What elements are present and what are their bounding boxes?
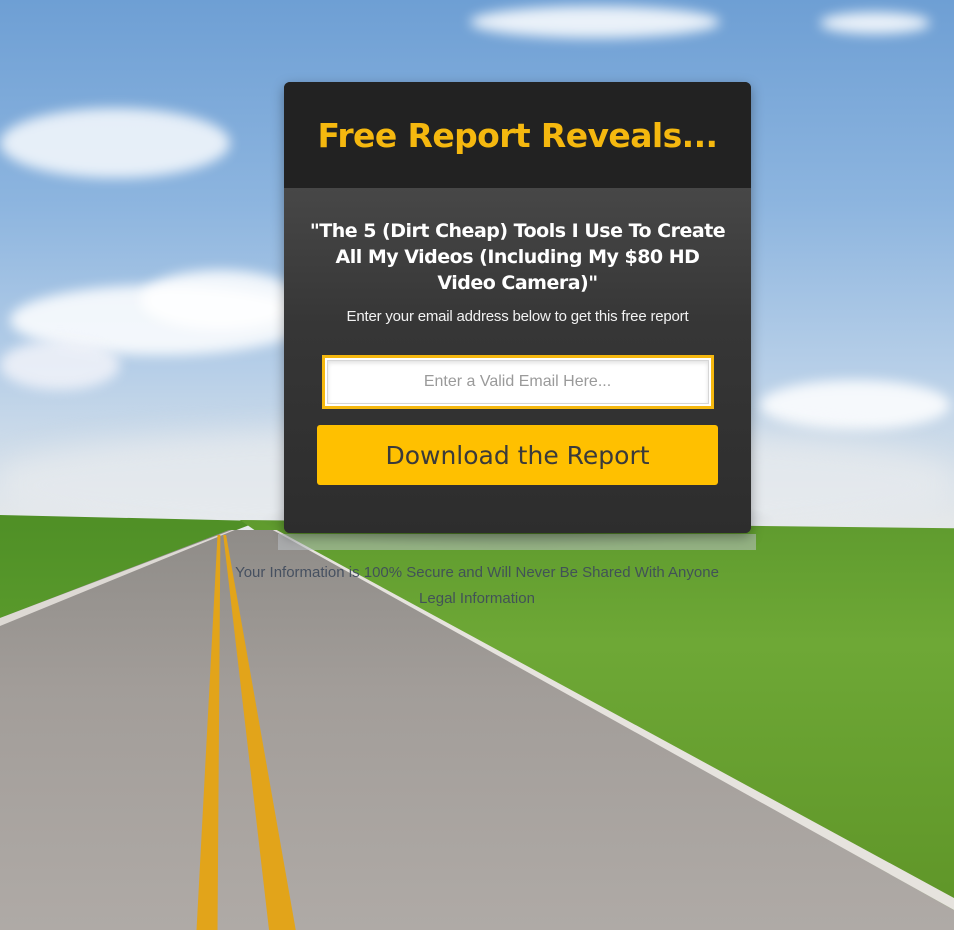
email-field-frame: [321, 355, 714, 409]
report-headline: "The 5 (Dirt Cheap) Tools I Use To Creat…: [309, 220, 726, 294]
legal-information-link[interactable]: Legal Information: [0, 586, 954, 612]
page-background: Free Report Reveals... "The 5 (Dirt Chea…: [0, 0, 954, 930]
cloud: [470, 6, 720, 38]
email-input[interactable]: [326, 360, 709, 404]
download-report-button[interactable]: Download the Report: [317, 425, 718, 485]
card-header: Free Report Reveals...: [284, 82, 751, 188]
optin-card: Free Report Reveals... "The 5 (Dirt Chea…: [284, 82, 751, 533]
card-underbar: [278, 534, 756, 550]
cloud: [0, 340, 120, 390]
privacy-notice: Your Information is 100% Secure and Will…: [235, 564, 719, 581]
cloud: [760, 380, 950, 430]
cloud: [0, 108, 230, 178]
cloud: [140, 270, 300, 330]
footer: Your Information is 100% Secure and Will…: [0, 560, 954, 612]
card-body: "The 5 (Dirt Cheap) Tools I Use To Creat…: [284, 188, 751, 533]
cloud: [820, 12, 930, 34]
report-subline: Enter your email address below to get th…: [346, 308, 689, 325]
card-title: Free Report Reveals...: [317, 115, 719, 155]
